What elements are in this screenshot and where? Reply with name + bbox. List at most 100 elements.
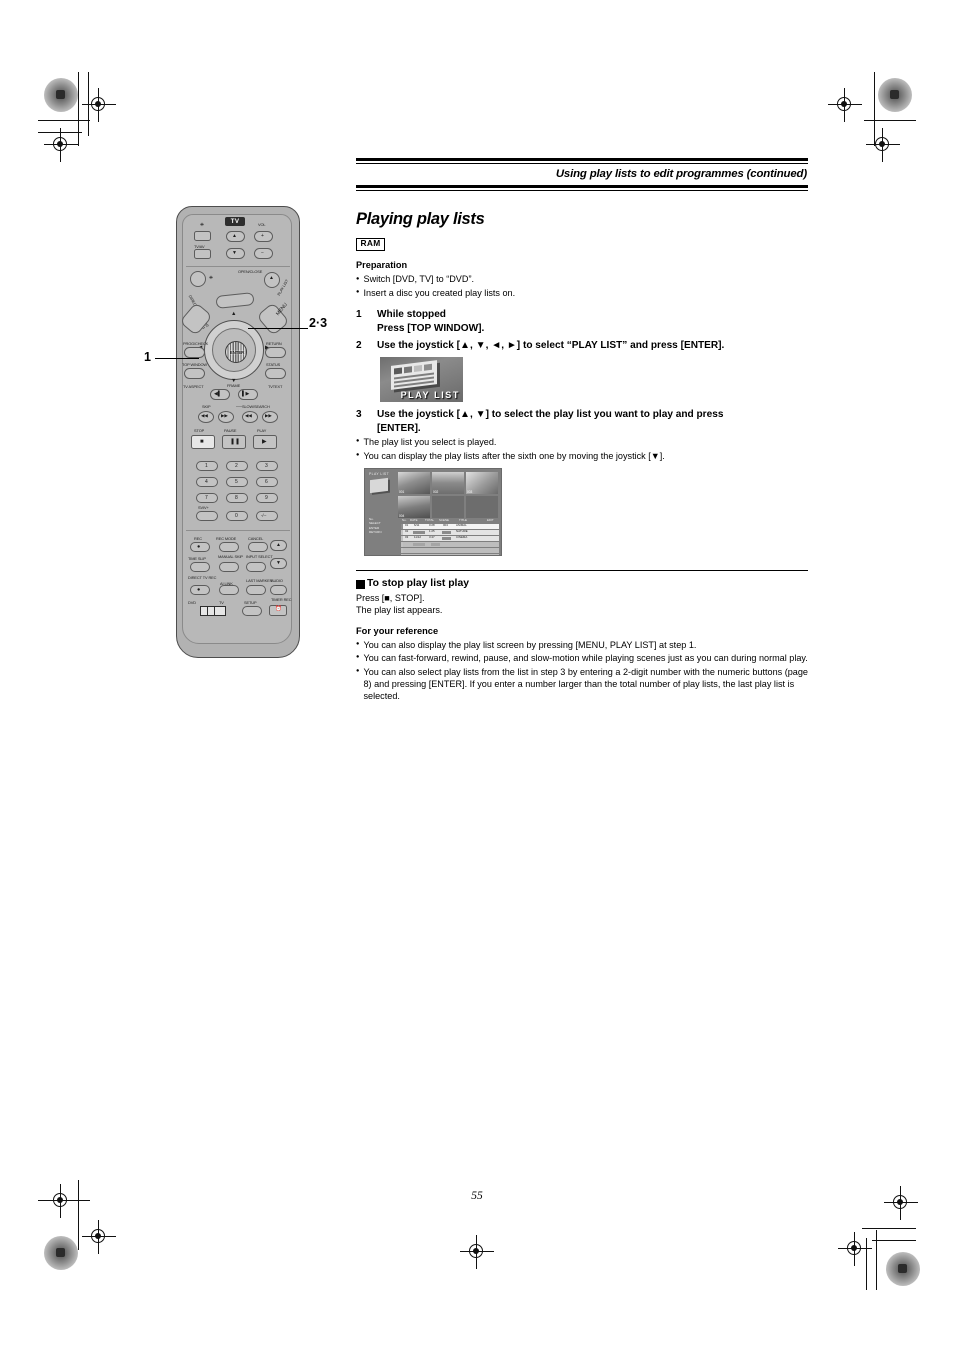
audio-label: AUDIO — [271, 578, 283, 583]
search-back-icon: ◀◀ — [245, 413, 252, 418]
ai-link-button[interactable] — [219, 585, 239, 595]
tv-screen-playlist-icon — [370, 477, 388, 493]
preparation-heading: Preparation — [356, 259, 408, 270]
manual-skip-button[interactable] — [219, 562, 239, 572]
search-forward-icon: ▶▶ — [265, 413, 272, 418]
prog-check-label: PROG/CHECK — [183, 341, 209, 346]
cancel-button[interactable] — [248, 542, 268, 552]
remote-control-illustration: TV ⎈ TV/AV ▲ ▼ VOL + − ⎈ OPEN/CLOSE ▲ DI… — [176, 206, 300, 658]
stop-section-line: Press [■, STOP]. — [356, 593, 425, 604]
row-edit-arrow-icon[interactable]: ▸ — [501, 555, 502, 556]
top-window-button[interactable] — [184, 368, 205, 379]
page-number: 55 — [471, 1190, 483, 1202]
audio-button[interactable] — [270, 585, 287, 595]
tv-av-button[interactable] — [194, 249, 211, 259]
numeric-key-dash[interactable] — [256, 511, 278, 521]
last-marker-button[interactable] — [246, 585, 266, 595]
tv-screen-title: PLAY LIST — [369, 471, 390, 476]
direct-tv-rec-label: DIRECT TV REC — [188, 575, 217, 580]
return-button[interactable] — [265, 347, 286, 358]
numeric-key-6-label: 6 — [265, 478, 268, 485]
numeric-key-2-label: 2 — [235, 462, 238, 469]
numeric-key-1-label: 1 — [205, 462, 208, 469]
dvd-power-button[interactable] — [190, 271, 206, 287]
reference-section-heading: For your reference — [356, 625, 439, 636]
cell-date-highlight — [413, 530, 425, 534]
tv-play-list-table: No. DATE TOTAL SCENE TITLE EDIT 01 6/11 … — [401, 517, 502, 556]
play-icon: ▶ — [262, 439, 267, 445]
dvd-tv-slide-switch[interactable] — [200, 606, 226, 616]
row-edit-arrow-icon[interactable]: ▸ — [501, 543, 502, 548]
card-thumb — [394, 367, 402, 375]
input-select-button[interactable] — [246, 562, 266, 572]
clock-icon: ⏰ — [275, 606, 282, 612]
crop-line-top-left-v2 — [88, 72, 90, 136]
step-text: Press [TOP WINDOW]. — [377, 322, 485, 334]
print-control-dot-bottom-left — [44, 1236, 78, 1270]
volume-label: VOL — [258, 222, 266, 227]
numeric-key-7-label: 7 — [205, 494, 208, 501]
tvtext-label: TVTEXT — [268, 384, 283, 389]
pause-icon: ❚❚ — [230, 439, 241, 445]
table-row[interactable]: 02 1:25 NATURE ▸ — [401, 529, 502, 536]
setup-button[interactable] — [242, 606, 262, 616]
enter-button[interactable]: ENTER — [225, 341, 247, 363]
pause-label: PAUSE — [224, 428, 237, 433]
tv-screen-figure: PLAY LIST 001 002 003 004 No. SELECT ENT… — [364, 467, 502, 556]
rec-mode-button[interactable] — [219, 542, 239, 552]
cell-scene: 004 — [443, 523, 448, 528]
reference-bullet-list: You can also display the play list scree… — [356, 639, 808, 702]
prog-check-button[interactable] — [184, 347, 205, 358]
crop-line-top-left-h2 — [38, 132, 82, 134]
table-row-empty[interactable]: ▸ — [401, 541, 502, 548]
row-edit-arrow-icon[interactable]: ▸ — [501, 549, 502, 554]
column-header: EDIT — [487, 517, 494, 522]
cell-scene-highlight — [442, 536, 451, 540]
cell-placeholder — [413, 542, 425, 546]
play-list-icon-figure: PLAY LIST — [380, 357, 463, 403]
print-control-dot-bottom-right — [886, 1252, 920, 1286]
return-label: RETURN — [266, 341, 282, 346]
tv-power-button[interactable] — [194, 231, 211, 241]
print-control-dot-top-right — [878, 78, 912, 112]
step-text: Use the joystick [▲, ▼, ◄, ►] to select … — [377, 339, 725, 351]
row-edit-arrow-icon[interactable]: ▸ — [501, 537, 502, 542]
tv-thumbnail-empty — [432, 495, 464, 518]
step-text: [ENTER]. — [377, 422, 421, 434]
table-row-empty[interactable]: ▸ — [401, 553, 502, 556]
cell-title: NATURE — [456, 529, 468, 534]
procedure-step-1: 1 While stopped Press [TOP WINDOW]. — [356, 308, 808, 335]
chevron-up-icon: ▲ — [232, 232, 237, 239]
page-title: Playing play lists — [356, 210, 485, 228]
tv-thumbnail-label: 003 — [467, 489, 473, 494]
rec-mode-label: REC MODE — [216, 536, 237, 541]
sv-iv-plus-label: SVIV+ — [198, 505, 209, 510]
numeric-key-4-label: 4 — [205, 478, 208, 485]
row-edit-arrow-icon[interactable]: ▸ — [501, 525, 502, 530]
preparation-bullet-list: Switch [DVD, TV] to “DVD”. Insert a disc… — [356, 273, 808, 299]
input-select-label: INPUT SELECT — [246, 554, 273, 559]
joystick-ring[interactable]: ENTER — [212, 328, 256, 372]
cell-placeholder — [413, 554, 427, 555]
numeric-key-dash-label: -/-- — [261, 512, 267, 518]
crop-line-top-left-h — [38, 120, 90, 122]
stop-icon: ■ — [200, 439, 204, 445]
list-item: You can also select play lists from the … — [356, 666, 808, 702]
numeric-key-0-label: 0 — [235, 512, 238, 519]
section-divider — [356, 569, 808, 572]
crop-line-top-right-v — [874, 72, 876, 146]
cell-total: 0:28 — [429, 523, 435, 528]
time-slip-button[interactable] — [190, 562, 210, 572]
enter-button-label: ENTER — [229, 349, 245, 355]
table-row[interactable]: 03 11/12 3:47 CINEMA ▸ — [401, 535, 502, 542]
table-row[interactable]: 01 6/11 0:28 004 ANIMAL ▸ — [401, 523, 502, 530]
crop-line-bottom-right-v2 — [866, 1238, 868, 1290]
frame-advance-icon: ▌▶ — [242, 390, 250, 397]
table-row-empty[interactable]: ▸ — [401, 547, 502, 554]
sv-iv-plus-button[interactable] — [196, 511, 218, 521]
status-button[interactable] — [265, 368, 286, 379]
row-edit-arrow-icon[interactable]: ▸ — [501, 531, 502, 536]
callout-leader-2-3 — [248, 328, 308, 330]
tv-thumbnail-label: 002 — [433, 489, 439, 494]
chevron-down-icon: ▼ — [232, 249, 237, 256]
